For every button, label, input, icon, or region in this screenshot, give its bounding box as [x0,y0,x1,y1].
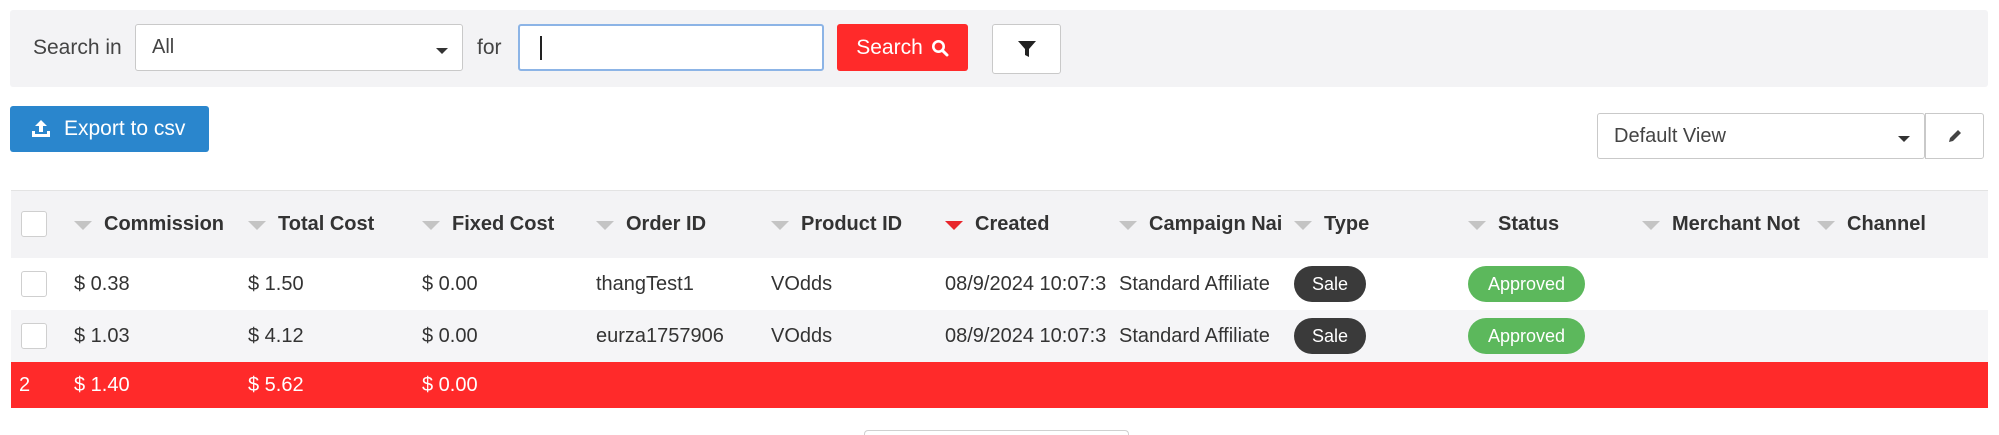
column-header-total-cost[interactable]: Total Cost [248,191,418,258]
totals-row: 2 $ 1.40 $ 5.62 $ 0.00 [11,362,1988,408]
product-id-cell: VOdds [771,272,833,295]
chevron-down-icon [1294,221,1312,230]
search-bar: Search in All for Search [10,10,1988,87]
transactions-table: Commission Total Cost Fixed Cost Order I… [11,190,1988,408]
total-cost-cell: $ 1.50 [248,272,304,295]
fixed-cost-cell: $ 0.00 [422,324,478,347]
column-header-product-id[interactable]: Product ID [771,191,941,258]
chevron-down-icon [945,221,963,230]
chevron-down-icon [248,221,266,230]
column-header-merchant-note[interactable]: Merchant Not [1642,191,1822,258]
column-header-status[interactable]: Status [1468,191,1638,258]
status-cell: Approved [1468,310,1638,362]
row-checkbox[interactable] [21,323,47,349]
text-cursor [540,36,542,60]
product-id-cell: VOdds [771,324,833,347]
column-header-channel[interactable]: Channel [1817,191,1987,258]
status-badge: Approved [1468,318,1586,354]
search-button[interactable]: Search [837,24,968,71]
edit-view-button[interactable] [1925,113,1984,159]
chevron-down-icon [1642,221,1660,230]
pencil-icon [1948,130,1961,142]
commission-cell: $ 0.38 [74,272,130,295]
commission-cell: $ 1.03 [74,324,130,347]
column-header-created[interactable]: Created [945,191,1115,258]
search-button-label: Search [856,35,923,59]
type-badge: Sale [1294,266,1367,302]
campaign-cell: Standard Affiliate [1119,272,1270,295]
search-scope-select[interactable]: All [135,24,463,71]
row-checkbox[interactable] [21,271,47,297]
campaign-cell: Standard Affiliate [1119,324,1270,347]
export-csv-button[interactable]: Export to csv [10,106,209,152]
search-icon [931,39,949,56]
search-in-label: Search in [33,36,122,59]
for-label: for [477,36,502,59]
chevron-down-icon [771,221,789,230]
select-all-checkbox[interactable] [21,211,47,237]
total-count: 2 [19,373,31,396]
status-badge: Approved [1468,266,1586,302]
column-header-type[interactable]: Type [1294,191,1444,258]
total-fixed-cost: $ 0.00 [422,373,478,396]
total-total-cost: $ 5.62 [248,373,304,396]
chevron-down-icon [74,221,92,230]
column-header-order-id[interactable]: Order ID [596,191,766,258]
table-row[interactable]: $ 0.38 $ 1.50 $ 0.00 thangTest1 VOdds 08… [11,258,1988,310]
column-header-commission[interactable]: Commission [74,191,244,258]
export-csv-label: Export to csv [64,117,186,140]
filter-button[interactable] [992,24,1061,74]
view-select[interactable]: Default View [1597,113,1925,159]
total-cost-cell: $ 4.12 [248,324,304,347]
pagination-control[interactable] [864,430,1129,435]
status-cell: Approved [1468,258,1638,310]
type-cell: Sale [1294,310,1444,362]
chevron-down-icon [1468,221,1486,230]
table-header: Commission Total Cost Fixed Cost Order I… [11,190,1988,258]
chevron-down-icon [422,221,440,230]
type-badge: Sale [1294,318,1367,354]
chevron-down-icon [596,221,614,230]
order-id-cell: eurza1757906 [596,324,724,347]
chevron-down-icon [1817,221,1835,230]
total-commission: $ 1.40 [74,373,130,396]
upload-icon [32,120,50,137]
created-cell: 08/9/2024 10:07:3 [945,272,1107,295]
search-input[interactable] [518,24,824,71]
view-select-value: Default View [1614,124,1726,147]
caret-down-icon [1898,136,1910,142]
order-id-cell: thangTest1 [596,272,694,295]
fixed-cost-cell: $ 0.00 [422,272,478,295]
search-scope-value: All [152,36,175,58]
type-cell: Sale [1294,258,1444,310]
column-header-fixed-cost[interactable]: Fixed Cost [422,191,592,258]
created-cell: 08/9/2024 10:07:3 [945,324,1107,347]
filter-icon [1017,41,1036,57]
column-header-campaign-name[interactable]: Campaign Nai [1119,191,1299,258]
table-row[interactable]: $ 1.03 $ 4.12 $ 0.00 eurza1757906 VOdds … [11,310,1988,362]
chevron-down-icon [1119,221,1137,230]
caret-down-icon [436,47,448,54]
